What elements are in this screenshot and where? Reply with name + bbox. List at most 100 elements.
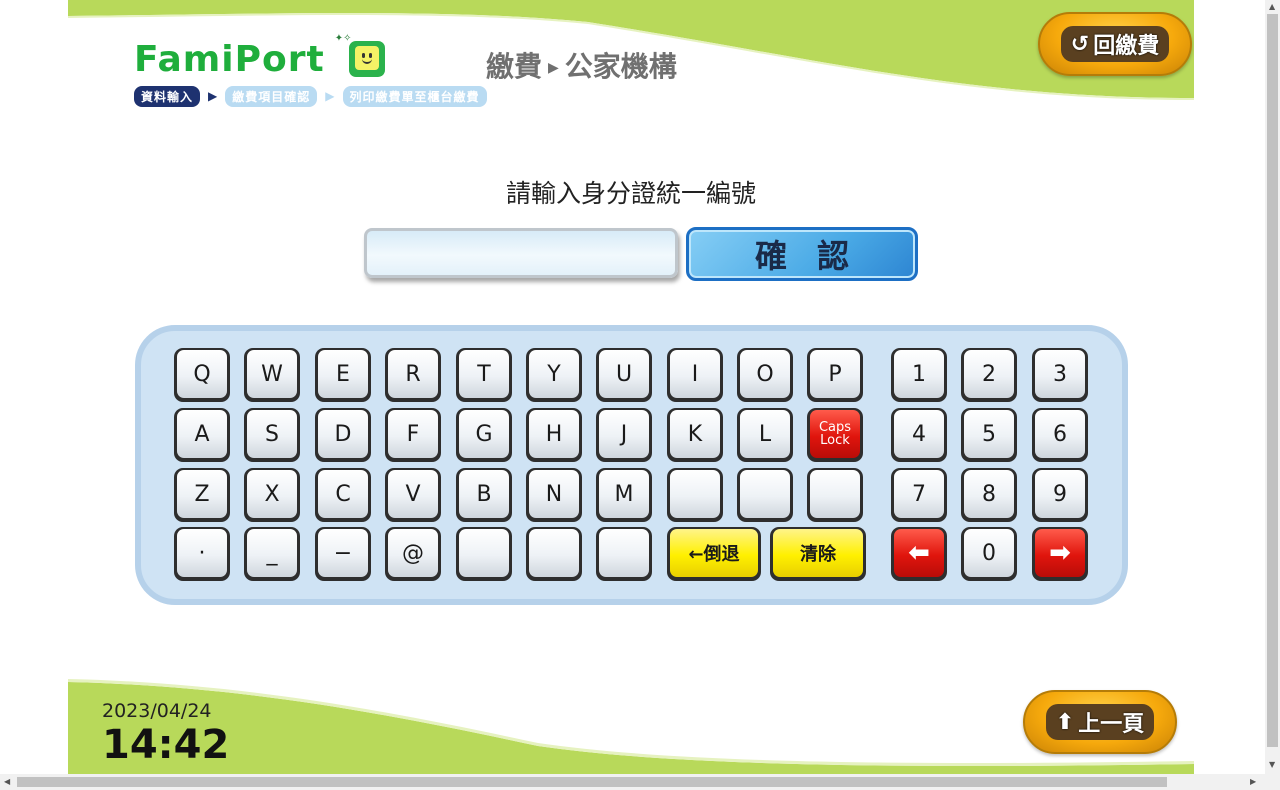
key-g[interactable]: G [456, 408, 512, 462]
key-5[interactable]: 5 [961, 408, 1017, 462]
key-i[interactable]: I [667, 348, 723, 402]
key-3[interactable]: 3 [1032, 348, 1088, 402]
key-r[interactable]: R [385, 348, 441, 402]
horizontal-scrollbar-thumb[interactable] [17, 777, 1167, 787]
on-screen-keyboard: Q W E R T Y U I O P A S D F G H J K L Caps Lock Z X C V B N M · _ − @ ←倒… [135, 325, 1128, 605]
key-blank[interactable] [526, 527, 582, 581]
step-arrow-icon: ▶ [208, 89, 218, 103]
key-y[interactable]: Y [526, 348, 582, 402]
key-6[interactable]: 6 [1032, 408, 1088, 462]
horizontal-scrollbar[interactable]: ◀ ▶ [0, 774, 1280, 790]
key-q[interactable]: Q [174, 348, 230, 402]
key-hyphen[interactable]: − [315, 527, 371, 581]
key-9-label: 9 [1035, 470, 1085, 518]
key-m[interactable]: M [596, 468, 652, 522]
key-7-label: 7 [894, 470, 944, 518]
key-a[interactable]: A [174, 408, 230, 462]
caps-lock-key[interactable]: Caps Lock [807, 408, 863, 462]
key-c-label: C [318, 470, 368, 518]
backspace-key[interactable]: ←倒退 [667, 527, 761, 581]
key-blank[interactable] [596, 527, 652, 581]
back-to-payment-label: 回繳費 [1093, 34, 1160, 59]
key-x-label: X [247, 470, 297, 518]
key-f[interactable]: F [385, 408, 441, 462]
section-title: 繳費 ▶ 公家機構 [486, 45, 677, 85]
key-4[interactable]: 4 [891, 408, 947, 462]
key-o-label: O [740, 350, 790, 398]
key-dot-label: · [177, 529, 227, 577]
key-w-label: W [247, 350, 297, 398]
key-q-label: Q [177, 350, 227, 398]
key-l[interactable]: L [737, 408, 793, 462]
key-c[interactable]: C [315, 468, 371, 522]
previous-page-label: 上一頁 [1078, 712, 1145, 737]
key-b[interactable]: B [456, 468, 512, 522]
key-blank[interactable] [807, 468, 863, 522]
key-9[interactable]: 9 [1032, 468, 1088, 522]
up-arrow-icon: ⬆ [1055, 709, 1075, 735]
key-j-label: J [599, 410, 649, 458]
key-p[interactable]: P [807, 348, 863, 402]
key-blank-label [740, 470, 790, 518]
key-m-label: M [599, 470, 649, 518]
key-j[interactable]: J [596, 408, 652, 462]
scroll-up-icon[interactable]: ▲ [1269, 2, 1275, 11]
current-date: 2023/04/24 [102, 700, 212, 722]
key-d-label: D [318, 410, 368, 458]
key-t[interactable]: T [456, 348, 512, 402]
key-s[interactable]: S [244, 408, 300, 462]
key-u-label: U [599, 350, 649, 398]
cursor-right-key[interactable]: ➡ [1032, 527, 1088, 581]
key-blank-label [670, 470, 720, 518]
clear-key[interactable]: 清除 [770, 527, 866, 581]
key-at[interactable]: @ [385, 527, 441, 581]
key-n[interactable]: N [526, 468, 582, 522]
famiport-logo: FamiPort ✦✧ [134, 33, 387, 82]
key-blank[interactable] [667, 468, 723, 522]
scroll-down-icon[interactable]: ▼ [1269, 760, 1275, 769]
right-arrow-icon: ➡ [1049, 538, 1071, 568]
key-w[interactable]: W [244, 348, 300, 402]
scroll-left-icon[interactable]: ◀ [4, 777, 10, 786]
key-7[interactable]: 7 [891, 468, 947, 522]
key-y-label: Y [529, 350, 579, 398]
key-1[interactable]: 1 [891, 348, 947, 402]
section-title-part1: 繳費 [486, 50, 543, 83]
key-u[interactable]: U [596, 348, 652, 402]
confirm-button-label: 確認 [754, 237, 879, 275]
section-title-part2: 公家機構 [564, 50, 677, 83]
key-dot[interactable]: · [174, 527, 230, 581]
key-h-label: H [529, 410, 579, 458]
key-d[interactable]: D [315, 408, 371, 462]
key-8[interactable]: 8 [961, 468, 1017, 522]
previous-page-button[interactable]: ⬆ 上一頁 [1023, 690, 1177, 754]
back-to-payment-button[interactable]: ↺ 回繳費 [1038, 12, 1192, 76]
key-8-label: 8 [964, 470, 1014, 518]
key-k[interactable]: K [667, 408, 723, 462]
key-0[interactable]: 0 [961, 527, 1017, 581]
key-blank[interactable] [456, 527, 512, 581]
key-v[interactable]: V [385, 468, 441, 522]
viewport: FamiPort ✦✧ 繳費 ▶ 公家機構 資料輸入 ▶ 繳費項目確認 ▶ 列印繳費… [0, 0, 1265, 774]
confirm-button[interactable]: 確認 [686, 227, 918, 281]
vertical-scrollbar-thumb[interactable] [1267, 14, 1278, 747]
key-k-label: K [670, 410, 720, 458]
key-i-label: I [670, 350, 720, 398]
key-z[interactable]: Z [174, 468, 230, 522]
key-2[interactable]: 2 [961, 348, 1017, 402]
key-h[interactable]: H [526, 408, 582, 462]
key-t-label: T [459, 350, 509, 398]
cursor-left-key[interactable]: ⬅ [891, 527, 947, 581]
progress-steps: 資料輸入 ▶ 繳費項目確認 ▶ 列印繳費單至櫃台繳費 [134, 85, 487, 107]
id-number-input[interactable] [364, 228, 678, 278]
scroll-right-icon[interactable]: ▶ [1250, 777, 1256, 786]
vertical-scrollbar[interactable]: ▲ ▼ [1265, 0, 1280, 774]
key-blank-label [529, 529, 579, 577]
key-x[interactable]: X [244, 468, 300, 522]
key-e[interactable]: E [315, 348, 371, 402]
key-blank[interactable] [737, 468, 793, 522]
key-e-label: E [318, 350, 368, 398]
key-underscore[interactable]: _ [244, 527, 300, 581]
kiosk-stage: FamiPort ✦✧ 繳費 ▶ 公家機構 資料輸入 ▶ 繳費項目確認 ▶ 列印繳費… [68, 0, 1194, 774]
key-o[interactable]: O [737, 348, 793, 402]
